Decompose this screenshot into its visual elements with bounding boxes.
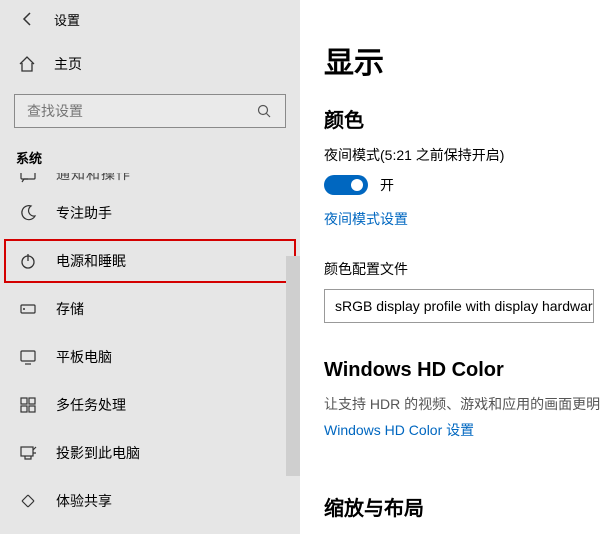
hd-description: 让支持 HDR 的视频、游戏和应用的画面更明亮: [324, 394, 600, 414]
page-title: 显示: [324, 38, 600, 82]
moon-icon: [18, 203, 38, 223]
dropdown-value: sRGB display profile with display hardwa…: [335, 298, 594, 314]
sidebar-item-share[interactable]: 体验共享: [0, 477, 300, 525]
search-icon: [257, 104, 275, 118]
home-icon: [18, 55, 38, 73]
section-heading-color: 颜色: [324, 104, 600, 133]
sidebar-item-notifications[interactable]: 通知和操作: [0, 173, 300, 189]
sidebar-item-label: 平板电脑: [56, 347, 112, 367]
sidebar-item-label: 多任务处理: [56, 395, 126, 415]
night-light-toggle[interactable]: [324, 175, 368, 195]
color-profile-dropdown[interactable]: sRGB display profile with display hardwa…: [324, 289, 594, 323]
night-light-toggle-row: 开: [324, 175, 600, 195]
toggle-state-text: 开: [380, 175, 394, 195]
search-box[interactable]: [14, 94, 286, 128]
sidebar-item-label: 投影到此电脑: [56, 443, 140, 463]
sidebar-item-multitask[interactable]: 多任务处理: [0, 381, 300, 429]
sidebar-item-home[interactable]: 主页: [0, 44, 300, 84]
share-icon: [18, 491, 38, 511]
sidebar-item-focus[interactable]: 专注助手: [0, 189, 300, 237]
search-input[interactable]: [25, 102, 257, 120]
sidebar-item-storage[interactable]: 存储: [0, 285, 300, 333]
sidebar-item-power[interactable]: 电源和睡眠: [4, 239, 296, 283]
power-icon: [18, 251, 38, 271]
nav-list: 通知和操作 专注助手 电源和睡眠 存储: [0, 173, 300, 534]
sidebar-item-label: 专注助手: [56, 203, 112, 223]
titlebar: 设置: [0, 0, 300, 38]
project-icon: [18, 443, 38, 463]
tablet-icon: [18, 347, 38, 367]
arrow-left-icon: [20, 11, 36, 27]
notification-icon: [18, 173, 38, 184]
home-label: 主页: [54, 54, 82, 74]
night-light-label: 夜间模式(5:21 之前保持开启): [324, 145, 600, 165]
storage-icon: [18, 299, 38, 319]
toggle-knob: [351, 179, 363, 191]
group-header-system: 系统: [0, 134, 300, 173]
main-content: 显示 颜色 夜间模式(5:21 之前保持开启) 开 夜间模式设置 颜色配置文件 …: [300, 0, 600, 534]
window-title: 设置: [54, 10, 80, 29]
sidebar-item-label: 体验共享: [56, 491, 112, 511]
sidebar-item-label: 通知和操作: [56, 173, 131, 184]
sidebar-item-label: 电源和睡眠: [56, 251, 126, 271]
hd-settings-link[interactable]: Windows HD Color 设置: [324, 420, 474, 440]
scrollbar[interactable]: [286, 256, 300, 476]
section-heading-scale: 缩放与布局: [324, 492, 600, 521]
section-heading-hd: Windows HD Color: [324, 359, 600, 382]
sidebar: 设置 主页 系统 通知和操作: [0, 0, 300, 534]
color-profile-label: 颜色配置文件: [324, 259, 600, 279]
sidebar-item-label: 存储: [56, 299, 84, 319]
sidebar-item-tablet[interactable]: 平板电脑: [0, 333, 300, 381]
multitask-icon: [18, 395, 38, 415]
sidebar-item-project[interactable]: 投影到此电脑: [0, 429, 300, 477]
night-light-settings-link[interactable]: 夜间模式设置: [324, 209, 408, 229]
back-button[interactable]: [12, 3, 44, 35]
